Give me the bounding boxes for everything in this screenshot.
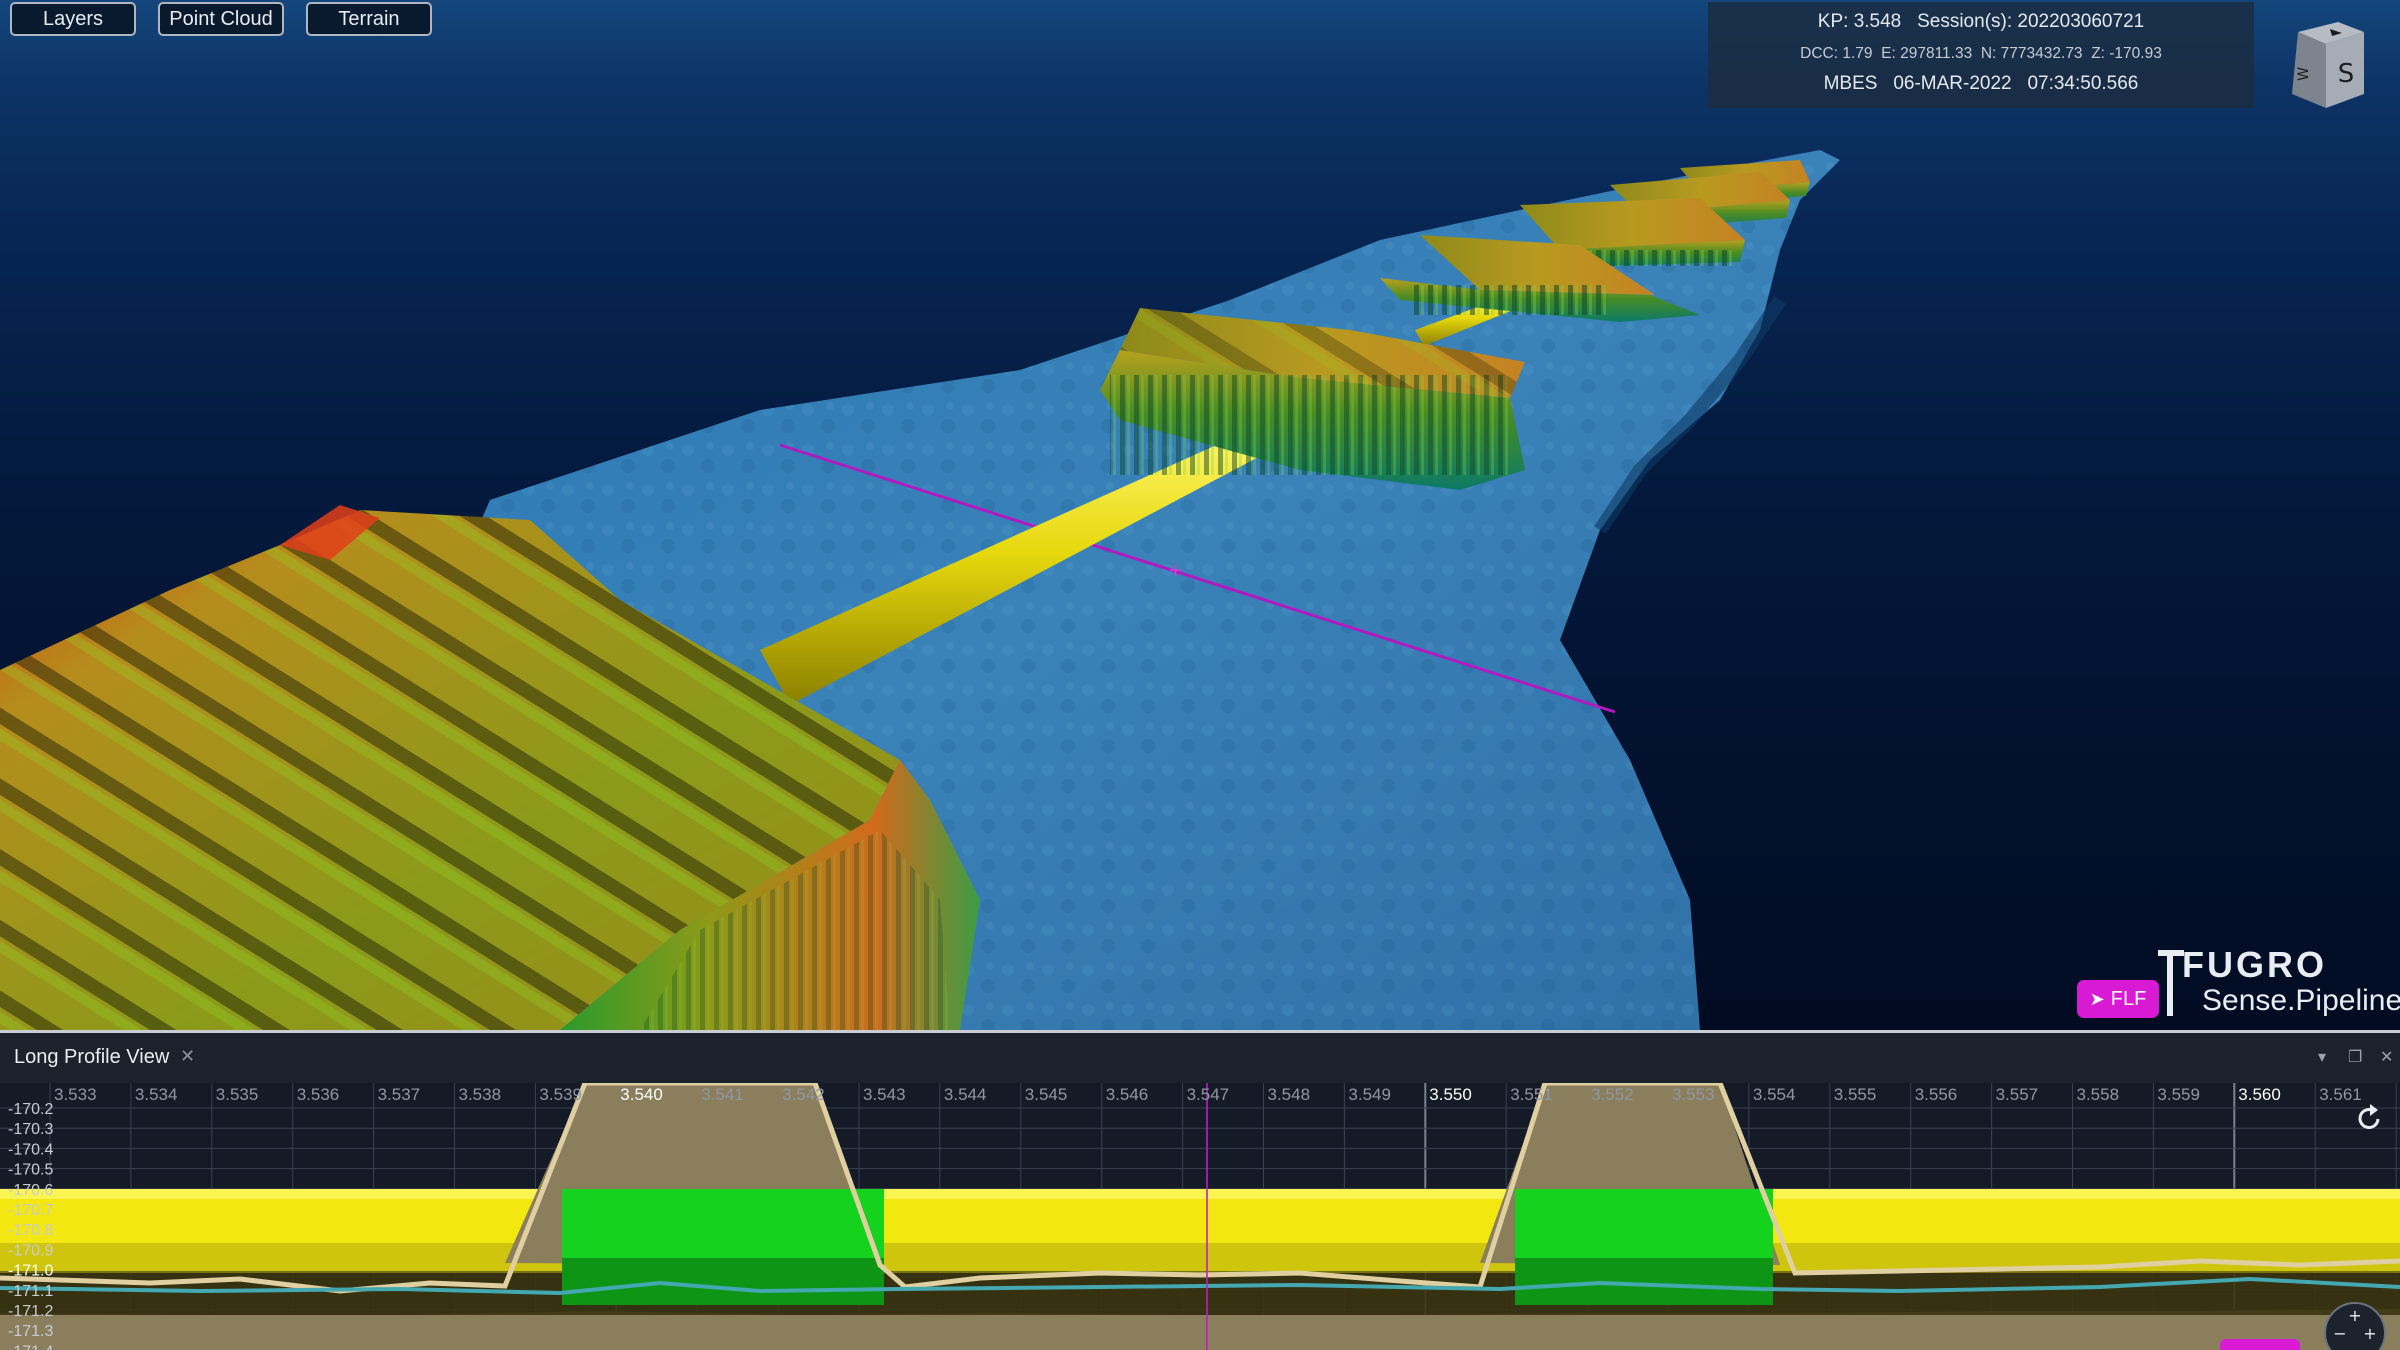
kp-tick-label: 3.556 xyxy=(1915,1085,1958,1104)
pipeline-point-cloud-scene[interactable]: + xyxy=(0,0,2400,1033)
depth-tick-label: -170.7 xyxy=(8,1202,53,1219)
kp-tick-label: 3.545 xyxy=(1025,1085,1068,1104)
kp-tick-label: 3.552 xyxy=(1591,1085,1634,1104)
long-profile-panel: Long Profile View ✕ ▾ ❐ ✕ 3.533 3.534 3.53… xyxy=(0,1033,2400,1350)
close-tab-icon[interactable]: ✕ xyxy=(180,1046,195,1067)
layers-button[interactable]: Layers xyxy=(10,2,136,36)
mattress-section-green-1-shade xyxy=(562,1258,884,1305)
depth-tick-label: -170.2 xyxy=(8,1101,53,1118)
depth-tick-label: -170.8 xyxy=(8,1222,53,1239)
depth-tick-label: -171.3 xyxy=(8,1323,53,1340)
long-profile-title: Long Profile View xyxy=(14,1046,170,1068)
kp-tick-label: 3.535 xyxy=(216,1085,259,1104)
kp-tick-label: 3.538 xyxy=(459,1085,502,1104)
kp-tick-label: 3.543 xyxy=(863,1085,906,1104)
kp-tick-label: 3.561 xyxy=(2319,1085,2362,1104)
flf-button[interactable]: ➤ FLF xyxy=(2077,980,2159,1018)
kp-tick-label: 3.560 xyxy=(2238,1085,2281,1104)
kp-tick-label: 3.549 xyxy=(1348,1085,1391,1104)
info-line-1: KP: 3.548 Session(s): 202203060721 xyxy=(1708,11,2254,33)
cursor-cross-icon: + xyxy=(1168,560,1183,581)
seabed-fill xyxy=(0,1309,2400,1350)
close-panel-icon[interactable]: ✕ xyxy=(2380,1047,2393,1066)
zoom-fit-icon[interactable]: + xyxy=(2363,1324,2376,1343)
date-readout: 06-MAR-2022 xyxy=(1893,73,2012,94)
restore-window-icon[interactable]: ❐ xyxy=(2348,1047,2362,1066)
long-profile-chart[interactable]: 3.533 3.534 3.535 3.536 3.537 3.538 3.539 3.540… xyxy=(0,1083,2400,1350)
long-profile-header: Long Profile View ✕ ▾ ❐ ✕ xyxy=(0,1033,2400,1085)
depth-tick-label: -171.4 xyxy=(8,1343,53,1350)
z-readout: Z: -170.93 xyxy=(2091,45,2162,62)
kp-tick-label: 3.558 xyxy=(2077,1085,2120,1104)
kp-tick-label: 3.539 xyxy=(539,1085,582,1104)
flf-button-label: FLF xyxy=(2110,987,2147,1010)
point-cloud-button[interactable]: Point Cloud xyxy=(158,2,284,36)
depth-tick-label: -170.3 xyxy=(8,1121,53,1138)
kp-tick-label: 3.547 xyxy=(1187,1085,1230,1104)
depth-tick-label: -170.5 xyxy=(8,1162,53,1179)
kp-tick-label: 3.559 xyxy=(2157,1085,2200,1104)
kp-tick-label: 3.540 xyxy=(620,1085,663,1104)
kp-tick-label: 3.537 xyxy=(378,1085,421,1104)
northing-readout: N: 7773432.73 xyxy=(1980,45,2083,62)
pipe-highlight xyxy=(0,1189,2400,1199)
navigation-cube-icon[interactable]: S W xyxy=(2284,20,2368,110)
kp-tick-label: 3.546 xyxy=(1106,1085,1149,1104)
depth-tick-label: -170.9 xyxy=(8,1242,53,1259)
kp-tick-label: 3.533 xyxy=(54,1085,97,1104)
easting-readout: E: 297811.33 xyxy=(1881,45,1973,62)
kp-tick-label: 3.553 xyxy=(1672,1085,1715,1104)
kp-tick-label: 3.548 xyxy=(1268,1085,1311,1104)
nav-cube-side-label: W xyxy=(2296,67,2312,81)
kp-tick-label: 3.541 xyxy=(701,1085,744,1104)
3d-viewport[interactable]: + Layers Point Cloud Terrain KP: 3.548 S… xyxy=(0,0,2400,1033)
kp-tick-label: 3.557 xyxy=(1996,1085,2039,1104)
marker-badge[interactable] xyxy=(2220,1339,2300,1350)
time-readout: 07:34:50.566 xyxy=(2027,73,2139,94)
depth-tick-label: -171.2 xyxy=(8,1303,53,1320)
chevron-down-icon[interactable]: ▾ xyxy=(2318,1047,2326,1066)
kp-tick-label: 3.534 xyxy=(135,1085,178,1104)
depth-tick-label: -171.1 xyxy=(8,1283,53,1300)
kp-tick-label: 3.544 xyxy=(944,1085,987,1104)
kp-tick-label: 3.536 xyxy=(297,1085,340,1104)
kp-tick-label: 3.542 xyxy=(782,1085,825,1104)
kp-tick-label: 3.554 xyxy=(1753,1085,1796,1104)
depth-tick-label: -171.0 xyxy=(8,1263,53,1280)
depth-tick-label: -170.6 xyxy=(8,1182,53,1199)
info-line-3: MBES 06-MAR-2022 07:34:50.566 xyxy=(1708,73,2254,95)
mattress-section-green-2-shade xyxy=(1515,1258,1773,1305)
session-readout: Session(s): 202203060721 xyxy=(1917,11,2145,32)
brand-name: FUGRO xyxy=(2182,944,2327,985)
zoom-out-icon[interactable]: − xyxy=(2333,1324,2346,1343)
send-arrow-icon: ➤ xyxy=(2089,988,2105,1009)
zoom-in-icon[interactable]: + xyxy=(2348,1306,2361,1325)
terrain-button[interactable]: Terrain xyxy=(306,2,432,36)
brand-product: Sense.Pipelines xyxy=(2202,984,2400,1017)
position-info-panel: KP: 3.548 Session(s): 202203060721 DCC: … xyxy=(1708,2,2254,108)
kp-tick-label: 3.551 xyxy=(1510,1085,1553,1104)
kp-tick-label: 3.550 xyxy=(1429,1085,1472,1104)
nav-cube-face-label: S xyxy=(2338,59,2355,89)
kp-tick-label: 3.555 xyxy=(1834,1085,1877,1104)
fugro-logo: FUGRO Sense.Pipelines xyxy=(2156,944,2400,1024)
dcc-readout: DCC: 1.79 xyxy=(1800,45,1873,62)
depth-tick-label: -170.4 xyxy=(8,1141,53,1158)
info-line-2: DCC: 1.79 E: 297811.33 N: 7773432.73 Z: … xyxy=(1708,45,2254,63)
kp-readout: KP: 3.548 xyxy=(1817,11,1902,32)
sensor-readout: MBES xyxy=(1823,73,1878,94)
